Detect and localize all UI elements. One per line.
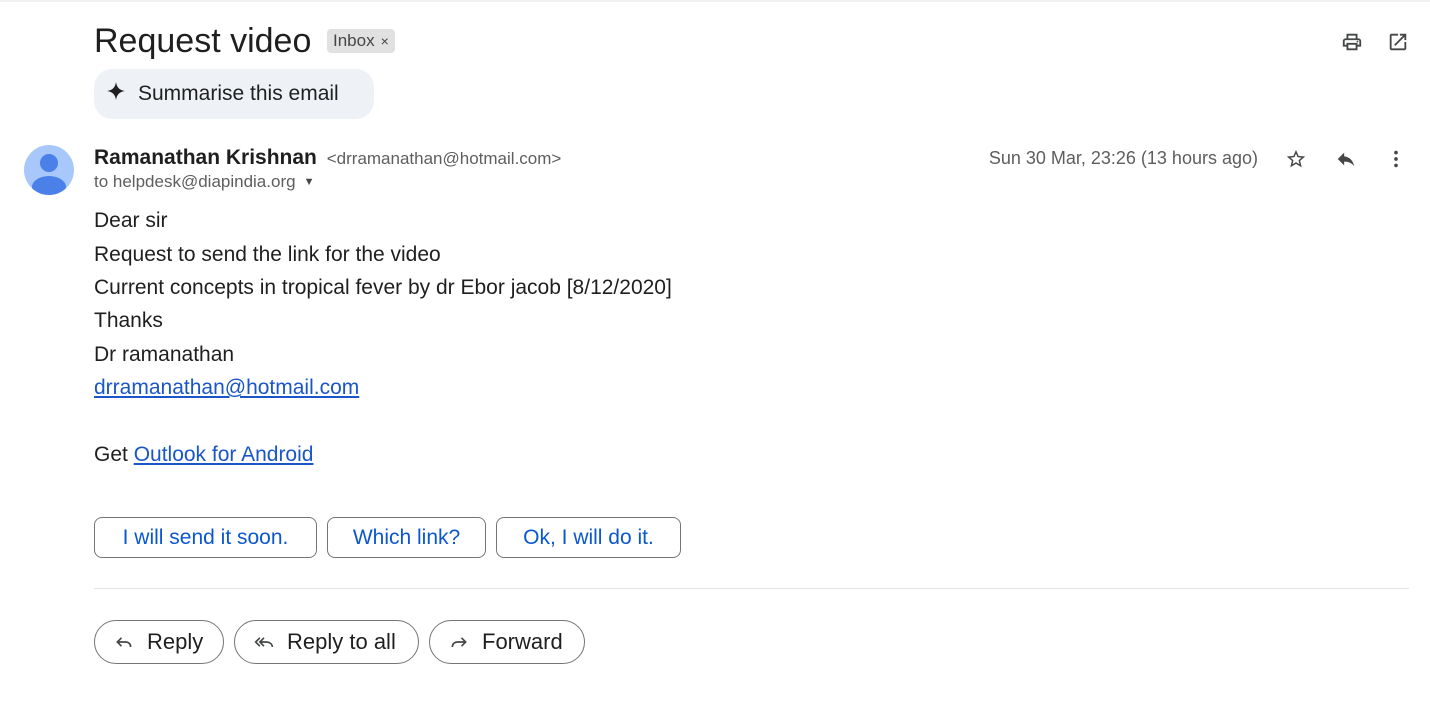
forward-icon xyxy=(448,631,470,653)
sender-email-link[interactable]: drramanathan@hotmail.com xyxy=(94,376,359,399)
body-outlook-line: Get Outlook for Android xyxy=(94,443,313,467)
print-icon[interactable] xyxy=(1340,30,1364,54)
body-greeting: Dear sir xyxy=(94,209,168,232)
body-signature: Dr ramanathan xyxy=(94,343,235,366)
email-date: Sun 30 Mar, 23:26 (13 hours ago) xyxy=(988,148,1258,168)
outlook-link[interactable]: Outlook for Android xyxy=(134,443,314,466)
sender-avatar[interactable] xyxy=(24,145,74,195)
star-icon[interactable] xyxy=(1284,147,1308,171)
open-in-new-window-icon[interactable] xyxy=(1386,30,1410,54)
inbox-label-text: Inbox xyxy=(333,31,375,50)
smart-reply-will-do[interactable]: Ok, I will do it. xyxy=(496,517,681,558)
recipient-text: to helpdesk@diapindia.org xyxy=(94,172,296,191)
sparkle-icon xyxy=(106,81,126,107)
reply-all-icon xyxy=(253,631,275,653)
reply-label: Reply xyxy=(147,629,204,654)
sender-line: Ramanathan Krishnan <drramanathan@hotmai… xyxy=(94,146,561,170)
reply-all-button[interactable]: Reply to all xyxy=(234,620,419,664)
recipients-line[interactable]: to helpdesk@diapindia.org ▼ xyxy=(94,172,314,192)
smart-reply-which-link[interactable]: Which link? xyxy=(327,517,486,558)
chevron-down-icon[interactable]: ▼ xyxy=(304,176,315,188)
forward-button[interactable]: Forward xyxy=(429,620,585,664)
forward-label: Forward xyxy=(482,629,563,654)
inbox-label-chip[interactable]: Inbox × xyxy=(327,29,395,53)
smart-reply-send-soon[interactable]: I will send it soon. xyxy=(94,517,317,558)
person-avatar-icon xyxy=(32,154,66,195)
get-text: Get xyxy=(94,443,134,466)
body-request: Request to send the link for the video xyxy=(94,243,441,266)
body-thanks: Thanks xyxy=(94,309,163,332)
sender-email: <drramanathan@hotmail.com> xyxy=(326,149,562,168)
email-subject: Request video xyxy=(94,22,312,60)
summarise-email-button[interactable]: Summarise this email xyxy=(94,69,374,119)
sender-name[interactable]: Ramanathan Krishnan xyxy=(94,146,317,169)
reply-icon xyxy=(113,631,135,653)
more-vert-icon[interactable] xyxy=(1384,147,1408,171)
body-video-title: Current concepts in tropical fever by dr… xyxy=(94,276,672,299)
reply-all-label: Reply to all xyxy=(287,629,396,654)
remove-label-icon[interactable]: × xyxy=(381,33,389,49)
reply-button[interactable]: Reply xyxy=(94,620,224,664)
reply-icon[interactable] xyxy=(1334,147,1358,171)
top-divider xyxy=(0,0,1430,2)
summarise-label: Summarise this email xyxy=(138,82,339,105)
actions-divider xyxy=(94,588,1409,589)
body-email-line: drramanathan@hotmail.com xyxy=(94,376,359,400)
